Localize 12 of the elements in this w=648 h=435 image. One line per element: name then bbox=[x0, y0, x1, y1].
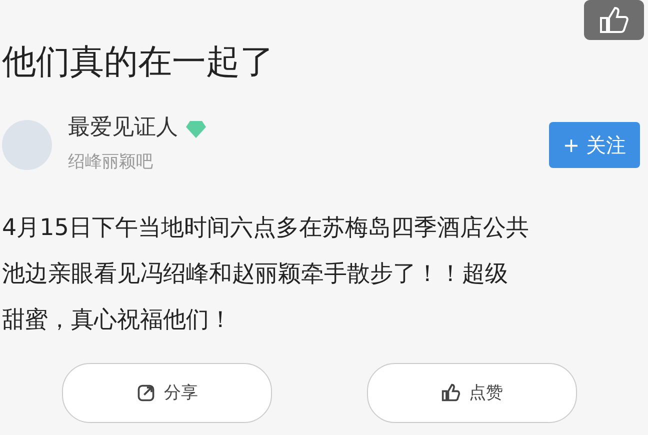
thumbs-up-icon bbox=[599, 6, 629, 34]
username: 最爱见证人 bbox=[68, 115, 178, 142]
post-text: 池边亲眼看见冯绍峰和赵丽颖牵手散步了！！超级 bbox=[2, 260, 509, 290]
like-button[interactable] bbox=[584, 0, 644, 40]
action-button[interactable]: 分享 bbox=[62, 363, 272, 424]
post-text: 甜蜜，真心祝福他们！ bbox=[2, 306, 233, 336]
share-icon bbox=[136, 383, 156, 404]
post-text: 4月15日下午当地时间六点多在苏梅岛四季酒店公共 bbox=[2, 214, 530, 244]
post-title: 他们真的在一起了 bbox=[2, 44, 274, 82]
group-name: 绍峰丽颖吧 bbox=[68, 150, 154, 174]
thumbs-up-icon bbox=[441, 383, 461, 404]
action-button[interactable]: 点赞 bbox=[367, 363, 577, 424]
